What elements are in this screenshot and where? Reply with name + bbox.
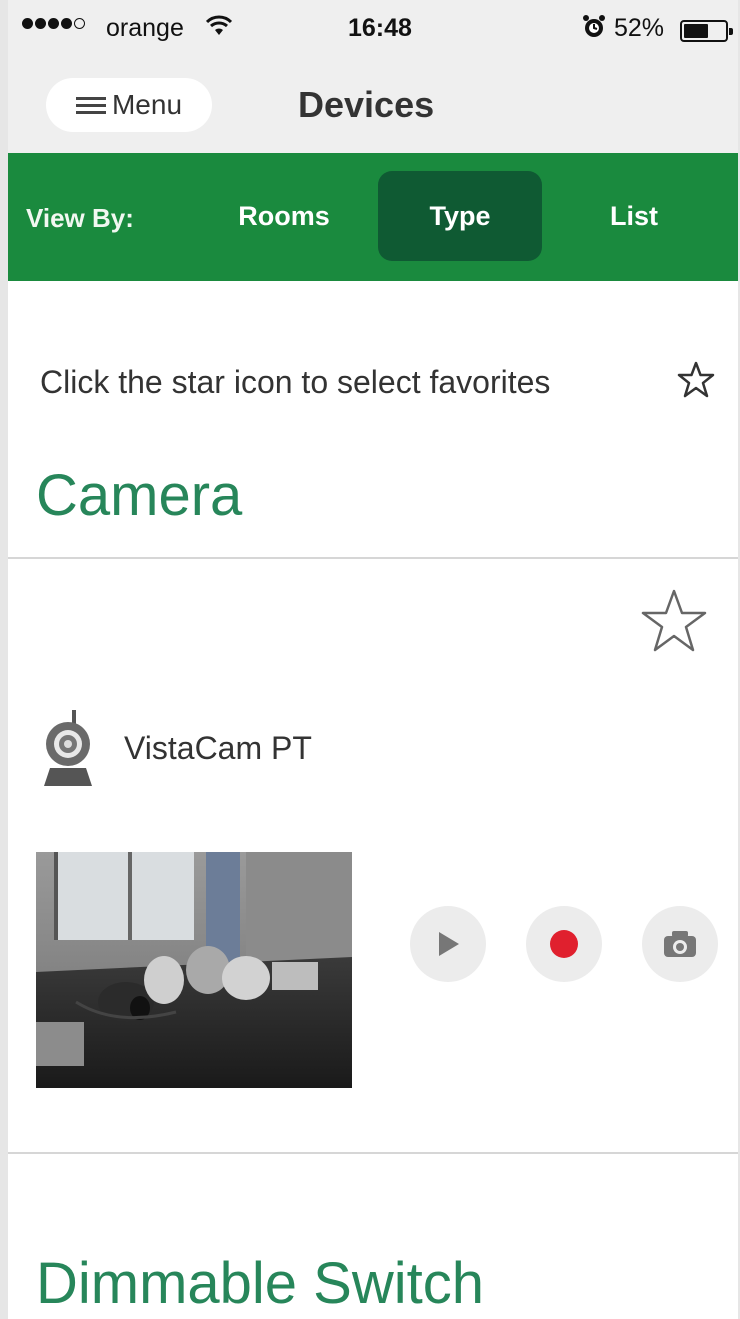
play-button[interactable] — [410, 906, 486, 982]
battery-percent: 52% — [614, 14, 665, 42]
view-by-rooms-tab[interactable]: Rooms — [214, 171, 354, 261]
section-title-dimmable-switch: Dimmable Switch — [36, 1251, 484, 1316]
section-title-camera: Camera — [36, 463, 243, 528]
star-outline-icon — [677, 361, 715, 398]
view-by-list-tab[interactable]: List — [564, 171, 704, 261]
view-by-type-tab[interactable]: Type — [378, 171, 542, 261]
navigation-bar: Menu Devices — [8, 60, 738, 153]
section-divider — [8, 1152, 738, 1154]
view-by-bar: View By: Rooms Type List — [8, 153, 738, 281]
wifi-icon — [205, 15, 233, 44]
status-time: 16:48 — [348, 14, 412, 42]
menu-label: Menu — [111, 89, 183, 120]
status-bar: orange 16:48 52% — [8, 0, 738, 60]
signal-strength-icon — [22, 18, 85, 29]
snapshot-button[interactable] — [642, 906, 718, 982]
favorite-star-icon[interactable] — [640, 588, 708, 654]
view-by-label: View By: — [26, 203, 134, 233]
favorites-hint: Click the star icon to select favorites — [40, 364, 551, 400]
play-icon — [439, 932, 459, 956]
camera-device-icon — [44, 710, 92, 786]
battery-icon — [680, 20, 733, 42]
menu-button[interactable]: Menu — [46, 78, 212, 132]
camera-preview-image[interactable] — [36, 852, 352, 1088]
snapshot-icon — [664, 931, 696, 957]
page-title: Devices — [298, 84, 435, 125]
hamburger-icon — [75, 96, 106, 114]
top-bar: orange 16:48 52% Menu Devices — [8, 0, 738, 153]
record-button[interactable] — [526, 906, 602, 982]
section-divider — [8, 557, 738, 559]
device-name[interactable]: VistaCam PT — [124, 730, 312, 767]
record-icon — [550, 930, 578, 958]
carrier-name: orange — [106, 14, 184, 42]
alarm-icon — [582, 14, 606, 47]
